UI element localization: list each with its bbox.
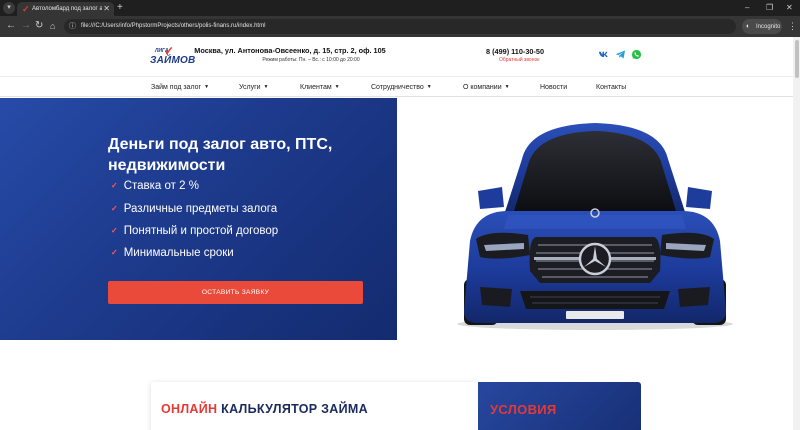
nav-item-o-kompanii[interactable]: О компании ▼ bbox=[463, 83, 510, 93]
tab-title: Автоломбард под залог автомобиля bbox=[32, 6, 102, 12]
chevron-down-icon: ▼ bbox=[426, 84, 432, 90]
page-info-icon[interactable]: ⓘ bbox=[69, 21, 76, 32]
hero-feature: ✓ Понятный и простой договор bbox=[111, 225, 279, 237]
incognito-badge[interactable]: ◐ Incognito bbox=[742, 19, 782, 34]
back-arrow-icon[interactable]: ← bbox=[6, 20, 16, 32]
hero-title: Деньги под залог авто, ПТС, недвижимости bbox=[108, 136, 333, 174]
browser-menu-icon[interactable]: ⋮ bbox=[788, 20, 797, 32]
tab-favicon-icon: ✓ bbox=[22, 4, 30, 14]
tab-close-icon[interactable]: ✕ bbox=[103, 4, 110, 14]
address-url[interactable]: file:///C:/Users/info/PhpstormProjects/o… bbox=[81, 22, 265, 31]
car-image bbox=[457, 123, 733, 330]
scrollbar-thumb[interactable] bbox=[795, 40, 799, 78]
callback-link[interactable]: Обратный звонок bbox=[499, 57, 539, 63]
conditions-title: УСЛОВИЯ bbox=[490, 402, 557, 417]
maximize-icon[interactable]: ❐ bbox=[766, 2, 773, 13]
reload-icon[interactable]: ↻ bbox=[35, 20, 43, 32]
address-bar[interactable]: ⓘ file:///C:/Users/info/PhpstormProjects… bbox=[64, 19, 736, 34]
chevron-down-icon: ▼ bbox=[504, 84, 510, 90]
tab-search-button[interactable]: ▾ bbox=[3, 2, 15, 14]
chevron-down-icon: ▼ bbox=[334, 84, 340, 90]
check-icon: ✓ bbox=[111, 226, 118, 235]
hero-feature: ✓ Ставка от 2 % bbox=[111, 180, 199, 192]
chevron-down-icon: ▼ bbox=[263, 84, 269, 90]
nav-item-sotrudnichestvo[interactable]: Сотрудничество ▼ bbox=[371, 83, 432, 93]
browser-toolbar: ← → ↻ ⌂ ⓘ file:///C:/Users/info/Phpstorm… bbox=[0, 16, 800, 37]
page-viewport: ЛИГА ✓ ЗАЙМОВ Москва, ул. Антонова-Овсее… bbox=[0, 37, 793, 430]
hero-feature: ✓ Различные предметы залога bbox=[111, 203, 278, 215]
nav-item-kontakty[interactable]: Контакты bbox=[596, 83, 626, 92]
page-scrollbar[interactable] bbox=[793, 37, 800, 430]
telegram-icon[interactable] bbox=[615, 49, 626, 60]
browser-tab-bar: ▾ ✓ Автоломбард под залог автомобиля ✕ +… bbox=[0, 0, 800, 16]
browser-tab[interactable]: ✓ Автоломбард под залог автомобиля ✕ bbox=[17, 2, 114, 16]
check-icon: ✓ bbox=[111, 204, 118, 213]
nav-item-zaim[interactable]: Займ под залог ▼ bbox=[151, 83, 209, 93]
incognito-label: Incognito bbox=[756, 24, 781, 30]
submit-request-button[interactable]: ОСТАВИТЬ ЗАЯВКУ bbox=[108, 281, 363, 304]
chevron-down-icon: ▼ bbox=[204, 84, 210, 90]
hero-feature: ✓ Минимальные сроки bbox=[111, 247, 234, 259]
nav-item-novosti[interactable]: Новости bbox=[540, 83, 567, 92]
vk-icon[interactable] bbox=[598, 49, 609, 60]
main-navigation: Займ под залог ▼ Услуги ▼ Клиентам ▼ Сотруд… bbox=[0, 76, 793, 97]
close-window-icon[interactable]: ✕ bbox=[786, 2, 793, 13]
nav-item-klientam[interactable]: Клиентам ▼ bbox=[300, 83, 340, 93]
calculator-title: ОНЛАЙН КАЛЬКУЛЯТОР ЗАЙМА bbox=[161, 402, 368, 416]
check-icon: ✓ bbox=[111, 181, 118, 190]
forward-arrow-icon[interactable]: → bbox=[21, 20, 31, 32]
whatsapp-icon[interactable] bbox=[631, 49, 642, 60]
incognito-icon: ◐ bbox=[746, 23, 751, 30]
phone-number[interactable]: 8 (499) 110-30-50 bbox=[486, 47, 544, 56]
new-tab-button[interactable]: + bbox=[117, 2, 123, 13]
home-icon[interactable]: ⌂ bbox=[50, 20, 55, 32]
check-icon: ✓ bbox=[111, 248, 118, 257]
minimize-icon[interactable]: – bbox=[745, 2, 749, 13]
nav-item-uslugi[interactable]: Услуги ▼ bbox=[239, 83, 268, 93]
